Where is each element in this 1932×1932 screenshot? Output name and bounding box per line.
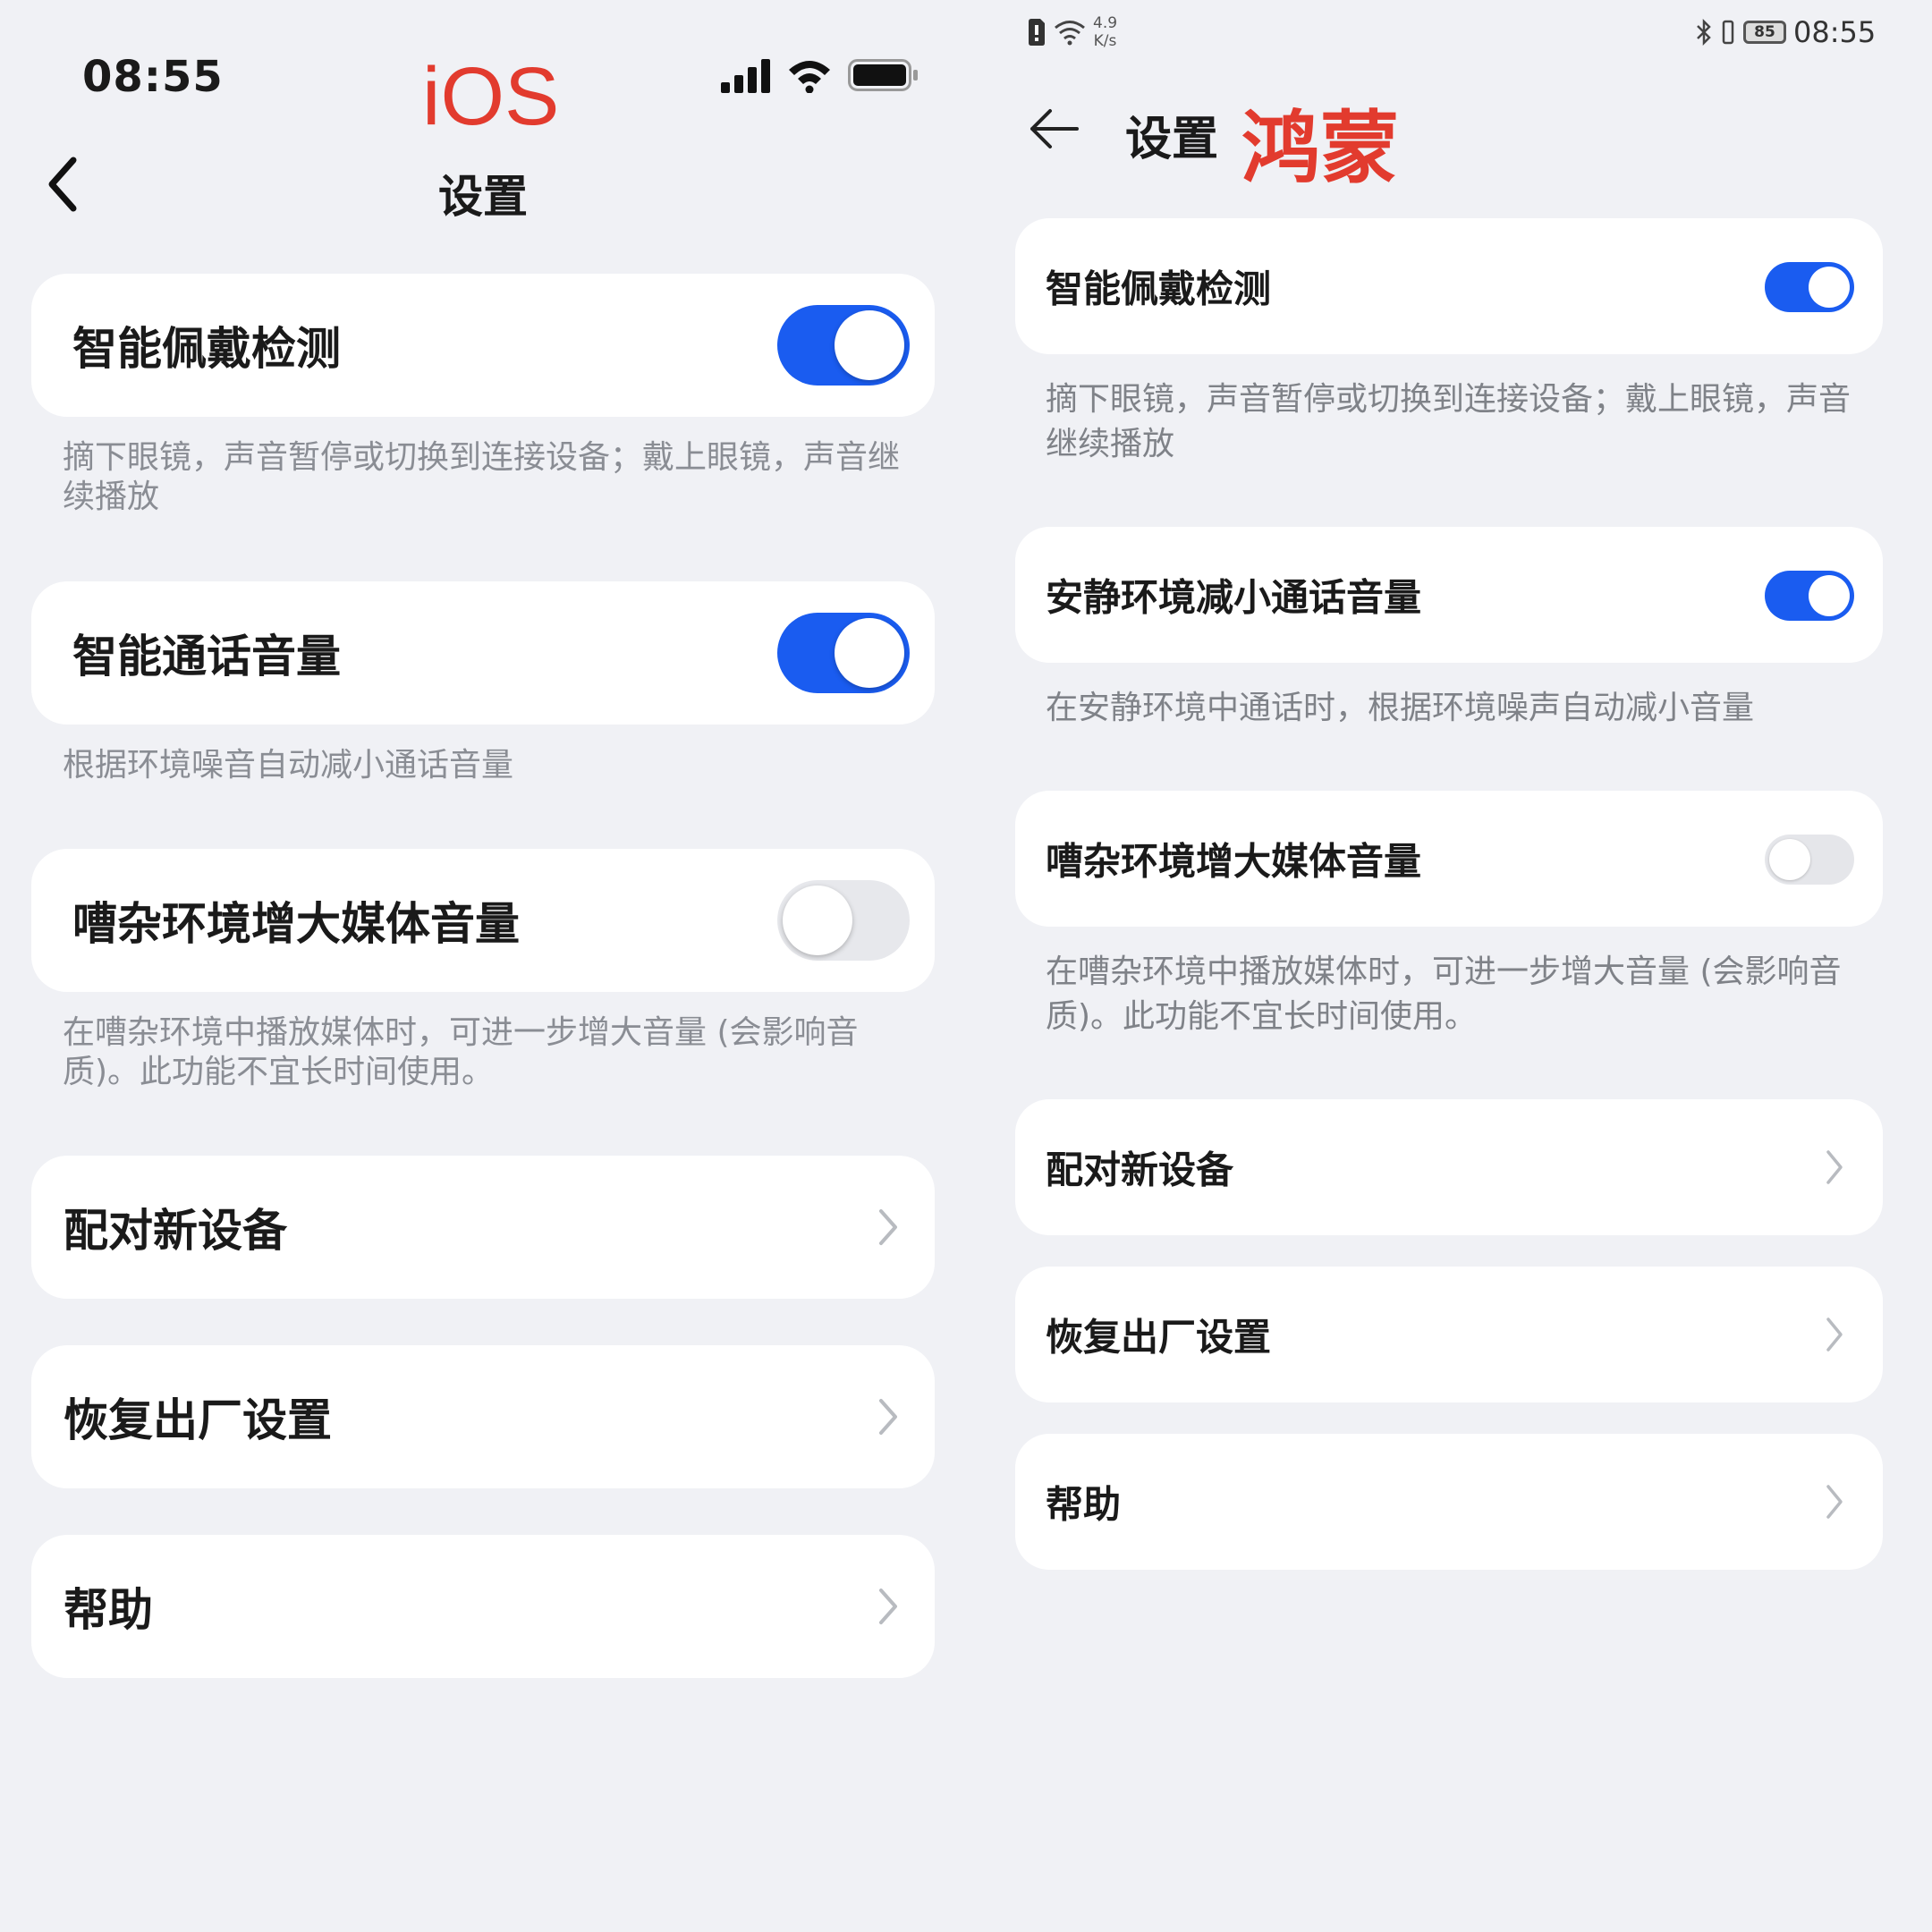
net-speed: 4.9 K/s: [1093, 14, 1117, 50]
nav-row-help[interactable]: 帮助: [1015, 1434, 1883, 1570]
setting-description: 在安静环境中通话时，根据环境噪声自动减小音量: [1046, 690, 1755, 726]
bluetooth-icon: [1697, 18, 1711, 47]
net-speed-value: 4.9: [1093, 14, 1118, 32]
toggle-switch[interactable]: [777, 305, 910, 386]
chevron-right-icon: [1826, 1318, 1843, 1352]
setting-row-smart-wear-detection: 智能佩戴检测: [1015, 218, 1883, 354]
ios-status-time: 08:55: [82, 52, 224, 102]
harmony-status-left: 4.9 K/s: [1027, 14, 1117, 50]
setting-label: 嘈杂环境增大媒体音量: [1046, 839, 1422, 884]
chevron-right-icon: [879, 1589, 897, 1624]
page-title: 设置: [1125, 113, 1219, 166]
nav-label: 配对新设备: [64, 1205, 287, 1257]
nav-row-factory-reset[interactable]: 恢复出厂设置: [31, 1345, 935, 1488]
back-arrow-icon[interactable]: [1027, 107, 1080, 150]
chevron-right-icon: [879, 1209, 897, 1245]
setting-label: 智能佩戴检测: [72, 323, 341, 375]
net-speed-unit: K/s: [1093, 32, 1117, 50]
nav-label: 恢复出厂设置: [1046, 1315, 1272, 1360]
nav-row-help[interactable]: 帮助: [31, 1535, 935, 1678]
toggle-knob: [783, 886, 852, 955]
setting-row-smart-wear-detection: 智能佩戴检测: [31, 274, 935, 417]
harmony-status-right: 85 08:55: [1695, 14, 1876, 50]
nav-label: 帮助: [64, 1584, 153, 1636]
toggle-knob: [1809, 575, 1850, 616]
page-title: 设置: [438, 171, 528, 223]
setting-row-quiet-call-volume: 安静环境减小通话音量: [1015, 527, 1883, 663]
nav-label: 恢复出厂设置: [64, 1394, 332, 1446]
setting-description: 根据环境噪音自动减小通话音量: [63, 747, 514, 784]
nav-row-pair-new-device[interactable]: 配对新设备: [1015, 1099, 1883, 1235]
sim-icon: [1029, 19, 1045, 46]
setting-label: 智能佩戴检测: [1046, 267, 1272, 311]
vibrate-icon: [1722, 20, 1734, 45]
setting-row-noisy-media-volume: 嘈杂环境增大媒体音量: [1015, 791, 1883, 927]
setting-row-smart-call-volume: 智能通话音量: [31, 581, 935, 724]
nav-row-pair-new-device[interactable]: 配对新设备: [31, 1156, 935, 1299]
harmony-status-time: 08:55: [1793, 15, 1877, 49]
nav-label: 帮助: [1046, 1482, 1122, 1527]
chevron-right-icon: [879, 1399, 897, 1435]
setting-label: 智能通话音量: [72, 631, 341, 682]
setting-description: 摘下眼镜，声音暂停或切换到连接设备；戴上眼镜，声音继续播放: [1046, 381, 1852, 462]
wifi-icon: [1055, 21, 1085, 46]
toggle-knob: [1809, 267, 1850, 308]
toggle-switch[interactable]: [1765, 835, 1854, 885]
setting-description: 在嘈杂环境中播放媒体时，可进一步增大音量 (会影响音质)。此功能不宜长时间使用。: [63, 1014, 859, 1090]
toggle-switch[interactable]: [777, 613, 910, 693]
wifi-icon: [789, 61, 830, 93]
toggle-switch[interactable]: [1765, 571, 1854, 621]
setting-label: 嘈杂环境增大媒体音量: [72, 898, 520, 950]
battery-icon: [848, 59, 918, 91]
toggle-knob: [835, 618, 904, 688]
toggle-knob: [1769, 839, 1810, 880]
setting-label: 安静环境减小通话音量: [1046, 575, 1422, 620]
toggle-knob: [835, 310, 904, 380]
setting-description: 摘下眼镜，声音暂停或切换到连接设备；戴上眼镜，声音继续播放: [63, 439, 901, 515]
toggle-switch[interactable]: [777, 880, 910, 961]
back-chevron-icon[interactable]: [45, 157, 80, 212]
toggle-switch[interactable]: [1765, 262, 1854, 312]
setting-description: 在嘈杂环境中播放媒体时，可进一步增大音量 (会影响音质)。此功能不宜长时间使用。: [1046, 953, 1842, 1035]
nav-label: 配对新设备: [1046, 1148, 1234, 1192]
chevron-right-icon: [1826, 1485, 1843, 1519]
harmony-platform-tag: 鸿蒙: [1241, 102, 1400, 194]
setting-row-noisy-media-volume: 嘈杂环境增大媒体音量: [31, 849, 935, 992]
ios-platform-tag: iOS: [422, 51, 560, 142]
nav-row-factory-reset[interactable]: 恢复出厂设置: [1015, 1267, 1883, 1402]
signal-icon: [721, 59, 770, 93]
chevron-right-icon: [1826, 1150, 1843, 1184]
battery-icon: 85: [1743, 21, 1786, 44]
